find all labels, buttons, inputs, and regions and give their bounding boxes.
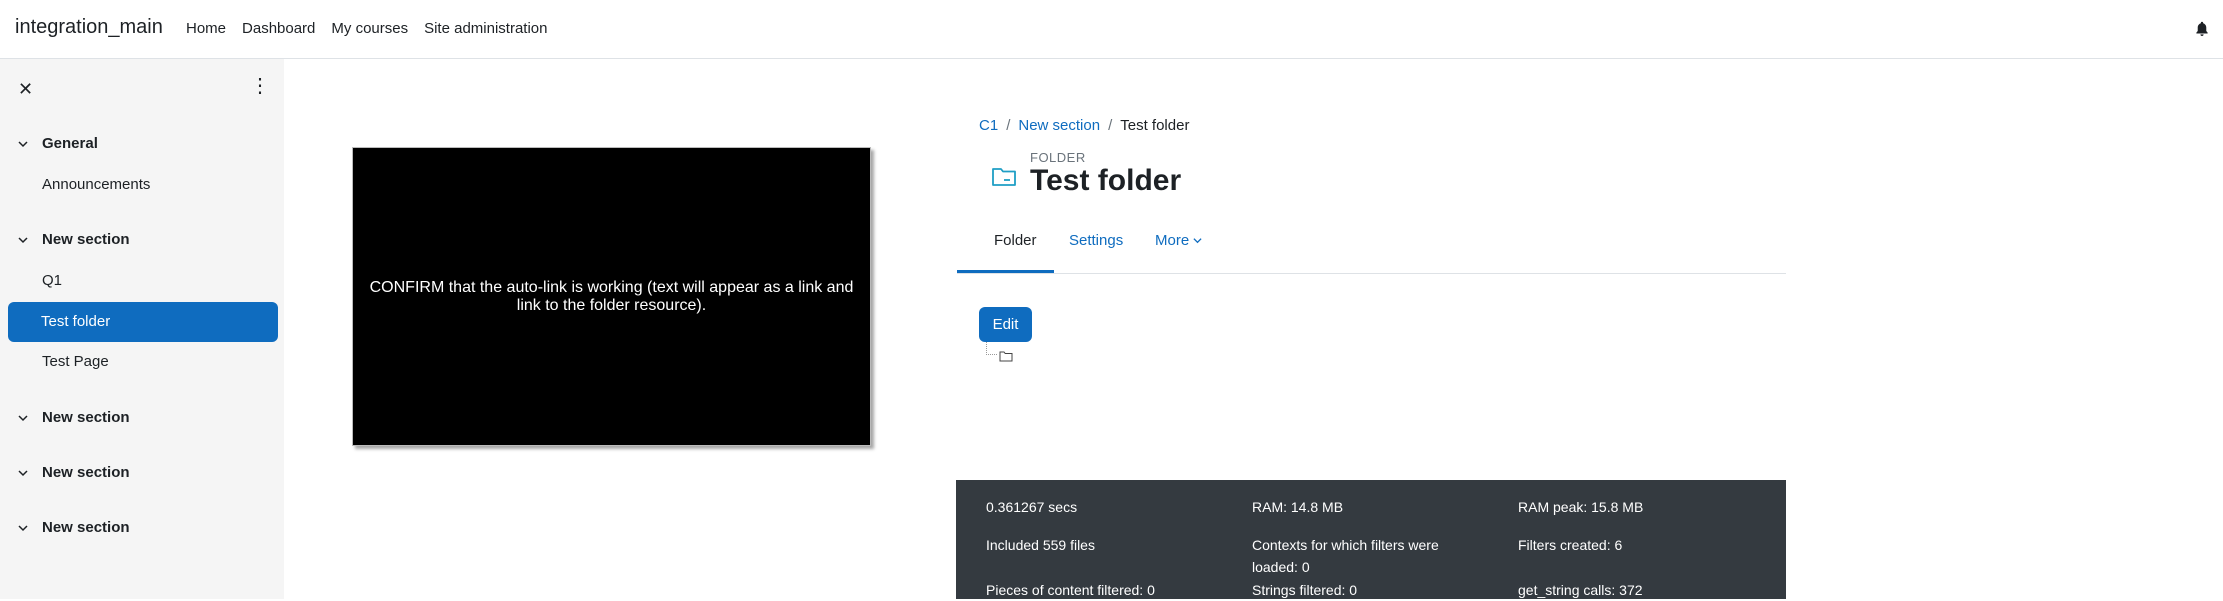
nav-my-courses[interactable]: My courses	[331, 20, 408, 37]
edit-button[interactable]: Edit	[979, 307, 1032, 342]
secondary-navigation: Folder Settings More	[957, 220, 1786, 274]
top-navbar: integration_main Home Dashboard My cours…	[0, 0, 2223, 59]
section-label: New section	[42, 231, 130, 248]
breadcrumb-separator: /	[1108, 117, 1113, 134]
nav-dashboard[interactable]: Dashboard	[242, 20, 315, 37]
drawer-item-q1[interactable]: Q1	[42, 272, 62, 289]
folder-icon[interactable]	[999, 350, 1013, 362]
chevron-down-icon	[18, 236, 28, 243]
section-new-section-2[interactable]: New section	[18, 409, 130, 426]
perf-strings-filtered: Strings filtered: 0	[1252, 582, 1358, 598]
section-new-section-4[interactable]: New section	[18, 519, 130, 536]
performance-footer: 0.361267 secs RAM: 14.8 MB RAM peak: 15.…	[956, 480, 1786, 599]
tab-more-label: More	[1155, 232, 1190, 249]
perf-filters-created: Filters created: 6	[1518, 537, 1623, 553]
drawer-item-test-page[interactable]: Test Page	[42, 353, 109, 370]
nav-home[interactable]: Home	[186, 20, 226, 37]
drawer-item-test-folder[interactable]: Test folder	[8, 302, 278, 342]
page-title: Test folder	[1030, 164, 1182, 197]
kebab-menu-icon[interactable]: ⋮	[250, 76, 270, 96]
perf-contexts-line2: loaded: 0	[1252, 559, 1310, 575]
folder-icon	[992, 168, 1016, 186]
tab-settings[interactable]: Settings	[1069, 232, 1123, 249]
tab-more[interactable]: More	[1155, 232, 1202, 249]
nav-site-administration[interactable]: Site administration	[424, 20, 547, 37]
chevron-down-icon	[18, 469, 28, 476]
instruction-panel: CONFIRM that the auto-link is working (t…	[352, 147, 871, 446]
tree-connector	[986, 342, 997, 355]
perf-contexts-line1: Contexts for which filters were	[1252, 537, 1439, 553]
tab-folder[interactable]: Folder	[994, 232, 1037, 249]
course-index-drawer: ✕ ⋮ General Announcements New section Q1…	[0, 59, 284, 599]
perf-time: 0.361267 secs	[986, 499, 1078, 515]
chevron-down-icon	[18, 140, 28, 147]
section-label: New section	[42, 519, 130, 536]
breadcrumb-separator: /	[1006, 117, 1011, 134]
perf-get-string-calls: get_string calls: 372	[1518, 582, 1643, 598]
site-brand[interactable]: integration_main	[15, 16, 163, 39]
close-icon[interactable]: ✕	[18, 79, 33, 100]
section-new-section-3[interactable]: New section	[18, 464, 130, 481]
section-new-section-1[interactable]: New section	[18, 231, 130, 248]
section-label: General	[42, 135, 98, 152]
activity-type-label: FOLDER	[1030, 150, 1086, 165]
drawer-item-announcements[interactable]: Announcements	[42, 176, 150, 193]
perf-pieces-filtered: Pieces of content filtered: 0	[986, 582, 1155, 598]
section-label: New section	[42, 464, 130, 481]
breadcrumb: C1 / New section / Test folder	[979, 117, 1189, 134]
section-general[interactable]: General	[18, 135, 98, 152]
breadcrumb-c1[interactable]: C1	[979, 117, 998, 134]
breadcrumb-new-section[interactable]: New section	[1018, 117, 1100, 134]
perf-ram-peak: RAM peak: 15.8 MB	[1518, 499, 1644, 515]
perf-ram: RAM: 14.8 MB	[1252, 499, 1344, 515]
perf-included-files: Included 559 files	[986, 537, 1095, 553]
section-label: New section	[42, 409, 130, 426]
chevron-down-icon	[18, 524, 28, 531]
breadcrumb-current: Test folder	[1120, 117, 1190, 134]
active-tab-indicator	[957, 270, 1054, 273]
instruction-text: CONFIRM that the auto-link is working (t…	[369, 278, 854, 314]
chevron-down-icon	[1193, 238, 1202, 244]
chevron-down-icon	[18, 414, 28, 421]
bell-icon[interactable]	[2193, 20, 2211, 38]
primary-navigation: Home Dashboard My courses Site administr…	[186, 20, 564, 37]
